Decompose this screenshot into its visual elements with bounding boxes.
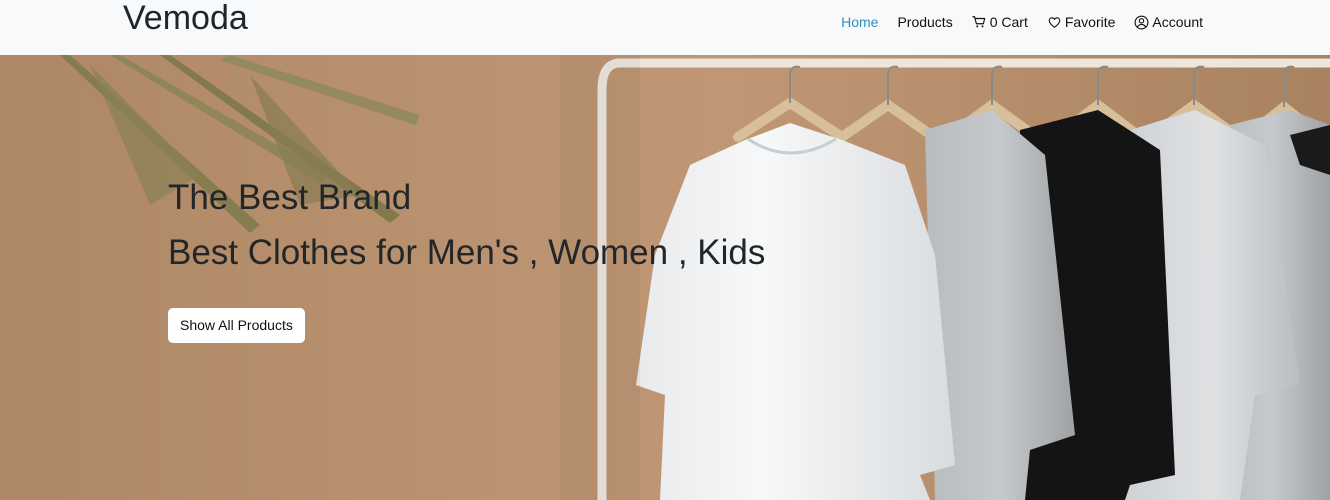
hero-content: The Best Brand Best Clothes for Men's , … [168,175,765,343]
hero-banner: The Best Brand Best Clothes for Men's , … [0,55,1330,500]
nav-link-cart[interactable]: 0 Cart [972,14,1028,30]
nav-link-favorite[interactable]: Favorite [1047,14,1116,30]
heart-icon [1047,15,1062,30]
hero-title: The Best Brand [168,178,412,217]
nav-link-cart-label: 0 Cart [989,14,1028,30]
nav-link-home-label: Home [841,14,879,30]
brand-logo-link[interactable]: Vemoda [123,0,248,37]
nav-link-account[interactable]: Account [1134,14,1203,30]
nav-link-products[interactable]: Products [897,14,952,30]
cart-icon [972,15,987,30]
show-all-products-button[interactable]: Show All Products [168,308,305,343]
nav-link-favorite-label: Favorite [1064,14,1116,30]
navbar: Vemoda Home Products 0 Cart Favorite Acc… [0,0,1330,55]
nav-link-home[interactable]: Home [841,14,878,30]
nav-link-products-label: Products [897,14,953,30]
user-circle-icon [1134,15,1149,30]
hero-subtitle: Best Clothes for Men's , Women , Kids [168,233,766,272]
main-nav: Home Products 0 Cart Favorite Account [841,12,1203,32]
nav-link-account-label: Account [1152,14,1203,30]
